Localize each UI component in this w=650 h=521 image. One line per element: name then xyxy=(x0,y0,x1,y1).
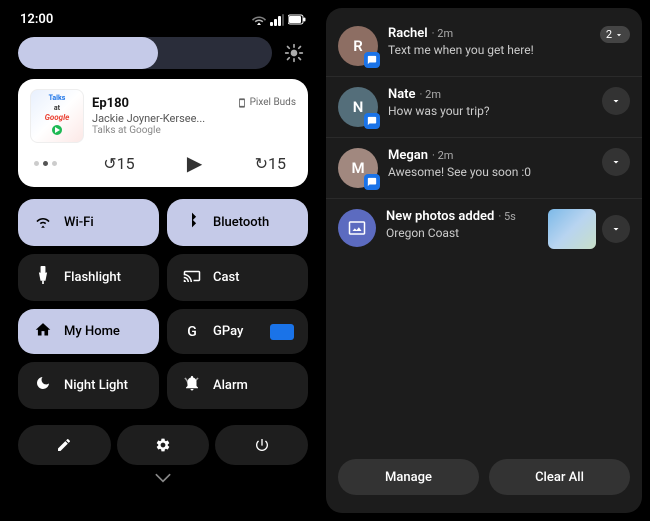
notification-nate[interactable]: N Nate · 2m How was your trip? xyxy=(326,77,642,138)
signal-icon xyxy=(270,14,284,26)
bottom-bar xyxy=(8,417,318,469)
messages-badge xyxy=(364,52,380,68)
wifi-icon xyxy=(32,212,54,233)
notification-rachel[interactable]: R Rachel · 2m Text me when you get here!… xyxy=(326,16,642,77)
rachel-actions: 2 xyxy=(600,26,630,43)
media-info: Ep180 Pixel Buds Jackie Joyner-Kersee...… xyxy=(92,96,296,136)
megan-messages-badge xyxy=(364,174,380,190)
status-bar: 12:00 xyxy=(8,8,318,31)
wifi-label: Wi-Fi xyxy=(64,215,94,230)
media-dots xyxy=(34,161,57,166)
megan-actions xyxy=(602,148,630,176)
photos-actions xyxy=(548,209,630,249)
tiles-grid: Wi-Fi Bluetooth xyxy=(8,191,318,417)
gpay-badge xyxy=(270,324,294,340)
media-controls: ↺15 ▶ ↻15 xyxy=(30,149,296,177)
megan-expand-button[interactable] xyxy=(602,148,630,176)
battery-icon xyxy=(288,14,306,25)
cast-icon xyxy=(181,267,203,288)
megan-content: Megan · 2m Awesome! See you soon :0 xyxy=(388,148,592,179)
media-card: Talks at Google Ep180 xyxy=(18,79,308,187)
media-art: Talks at Google xyxy=(30,89,84,143)
flashlight-tile[interactable]: Flashlight xyxy=(18,254,159,301)
nate-message: How was your trip? xyxy=(388,104,592,118)
flashlight-label: Flashlight xyxy=(64,270,121,285)
skip-forward-button[interactable]: ↻15 xyxy=(249,152,292,175)
bluetooth-label: Bluetooth xyxy=(213,215,269,230)
manage-button[interactable]: Manage xyxy=(338,459,479,495)
notification-footer: Manage Clear All xyxy=(326,449,642,505)
edit-button[interactable] xyxy=(18,425,111,465)
rachel-name: Rachel xyxy=(388,26,428,41)
nate-avatar: N xyxy=(338,87,378,127)
chevron-down[interactable] xyxy=(8,469,318,487)
megan-avatar: M xyxy=(338,148,378,188)
notifications-panel: R Rachel · 2m Text me when you get here!… xyxy=(326,8,642,513)
status-icons xyxy=(252,14,306,26)
gpay-label: GPay xyxy=(213,324,243,339)
media-device: Pixel Buds xyxy=(237,97,296,108)
wifi-tile[interactable]: Wi-Fi xyxy=(18,199,159,246)
photos-icon xyxy=(338,209,376,247)
play-button[interactable]: ▶ xyxy=(181,149,208,177)
wifi-status-icon xyxy=(252,14,266,25)
dot-3 xyxy=(52,161,57,166)
nate-actions xyxy=(602,87,630,115)
bluetooth-tile[interactable]: Bluetooth xyxy=(167,199,308,246)
megan-message: Awesome! See you soon :0 xyxy=(388,165,592,179)
alarm-tile[interactable]: Alarm xyxy=(167,362,308,409)
brightness-icon[interactable] xyxy=(280,39,308,67)
rachel-avatar: R xyxy=(338,26,378,66)
media-episode: Ep180 xyxy=(92,96,129,111)
photos-message: Oregon Coast xyxy=(386,226,538,240)
media-source: Talks at Google xyxy=(92,125,296,136)
clock: 12:00 xyxy=(20,12,53,27)
nate-expand-button[interactable] xyxy=(602,87,630,115)
nightlight-label: Night Light xyxy=(64,378,128,393)
notification-megan[interactable]: M Megan · 2m Awesome! See you soon :0 xyxy=(326,138,642,199)
photos-content: New photos added · 5s Oregon Coast xyxy=(386,209,538,240)
notification-photos[interactable]: New photos added · 5s Oregon Coast xyxy=(326,199,642,259)
photos-thumbnail xyxy=(548,209,596,249)
media-title: Jackie Joyner-Kersee... xyxy=(92,112,296,125)
nate-content: Nate · 2m How was your trip? xyxy=(388,87,592,118)
gpay-icon: G xyxy=(181,324,203,340)
nightlight-tile[interactable]: Night Light xyxy=(18,362,159,409)
cast-label: Cast xyxy=(213,270,240,285)
myhome-tile[interactable]: My Home xyxy=(18,309,159,354)
cast-tile[interactable]: Cast xyxy=(167,254,308,301)
skip-back-button[interactable]: ↺15 xyxy=(97,152,140,175)
photos-name: New photos added xyxy=(386,209,494,224)
nate-messages-badge xyxy=(364,113,380,129)
clear-all-button[interactable]: Clear All xyxy=(489,459,630,495)
dot-1 xyxy=(34,161,39,166)
myhome-label: My Home xyxy=(64,324,120,339)
settings-button[interactable] xyxy=(117,425,210,465)
brightness-row xyxy=(8,31,318,75)
megan-name: Megan xyxy=(388,148,428,163)
nate-name: Nate xyxy=(388,87,416,102)
moon-icon xyxy=(32,375,54,396)
device-label: Pixel Buds xyxy=(250,97,296,108)
bluetooth-icon xyxy=(181,211,203,234)
alarm-icon xyxy=(181,374,203,397)
brightness-fill xyxy=(18,37,158,69)
gpay-tile[interactable]: G GPay xyxy=(167,309,308,354)
brightness-slider[interactable] xyxy=(18,37,272,69)
rachel-message: Text me when you get here! xyxy=(388,43,590,57)
quick-settings-panel: 12:00 xyxy=(8,8,318,513)
power-button[interactable] xyxy=(215,425,308,465)
flashlight-icon xyxy=(32,266,54,289)
dot-2 xyxy=(43,161,48,166)
rachel-count: 2 xyxy=(600,26,630,43)
alarm-label: Alarm xyxy=(213,378,248,393)
home-icon xyxy=(32,321,54,342)
rachel-content: Rachel · 2m Text me when you get here! xyxy=(388,26,590,57)
photos-expand-button[interactable] xyxy=(602,215,630,243)
